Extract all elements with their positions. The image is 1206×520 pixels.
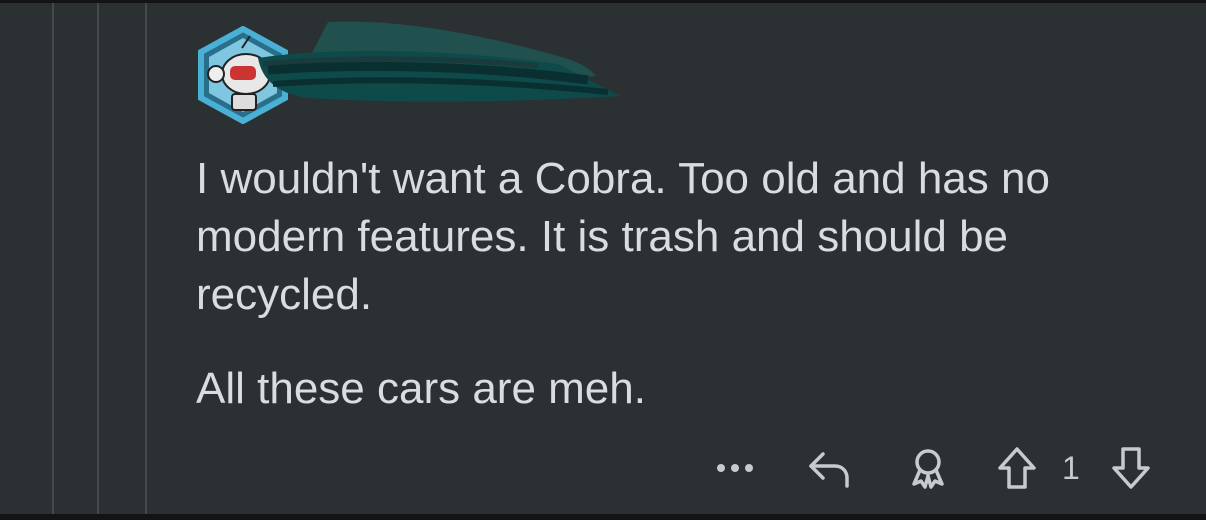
comment-body: I wouldn't want a Cobra. Too old and has… xyxy=(196,150,1186,418)
award-button[interactable] xyxy=(898,440,958,496)
downvote-arrow-icon xyxy=(1111,446,1151,490)
reply-button[interactable] xyxy=(800,440,860,496)
comment-paragraph: All these cars are meh. xyxy=(196,364,646,413)
thread-line[interactable] xyxy=(52,3,54,514)
top-divider xyxy=(0,0,1206,3)
upvote-arrow-icon xyxy=(997,446,1037,490)
comment-paragraph: I wouldn't want a Cobra. Too old and has… xyxy=(196,154,1050,319)
bottom-divider xyxy=(0,514,1206,520)
comment-actions: 1 xyxy=(700,440,1170,496)
redacted-username xyxy=(258,14,630,114)
thread-line[interactable] xyxy=(97,3,99,514)
more-options-button[interactable] xyxy=(710,440,760,496)
ellipsis-icon xyxy=(715,463,755,473)
downvote-button[interactable] xyxy=(1106,440,1156,496)
reply-arrow-icon xyxy=(807,448,853,488)
upvote-button[interactable] xyxy=(992,440,1042,496)
vote-count: 1 xyxy=(1062,450,1080,486)
thread-line[interactable] xyxy=(145,3,147,514)
award-icon xyxy=(906,446,950,490)
